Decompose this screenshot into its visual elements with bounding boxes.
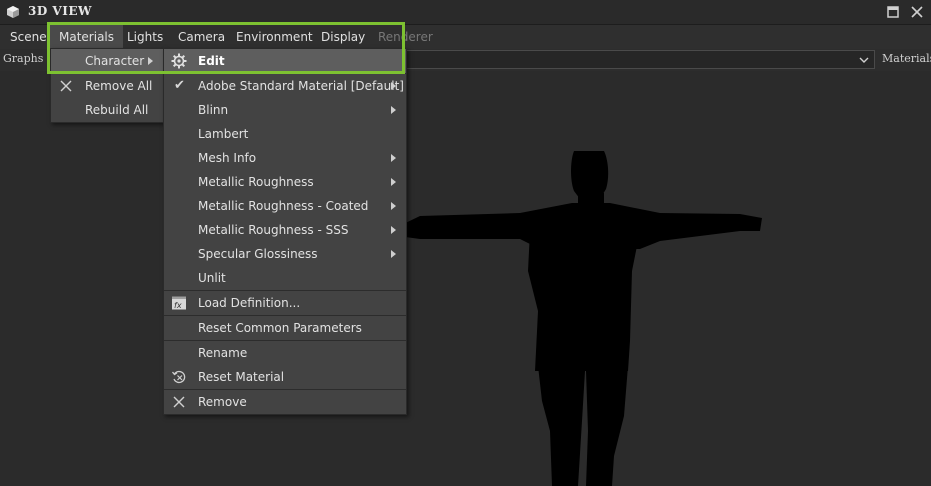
menu-item-metallic-roughness[interactable]: Metallic Roughness [164, 170, 406, 194]
menu-item-label: Rename [198, 346, 248, 360]
fx-icon: fx [172, 296, 186, 310]
menu-item-remove-all[interactable]: Remove All [51, 74, 163, 98]
submenu-arrow-icon [391, 250, 396, 258]
title-bar: 3D VIEW [0, 0, 931, 25]
menu-item-specular-glossiness[interactable]: Specular Glossiness [164, 242, 406, 266]
3d-viewport[interactable] [0, 71, 931, 486]
menu-item-load-definition[interactable]: fx Load Definition... [164, 291, 406, 315]
menu-item-label: Character [85, 54, 145, 68]
materials-label: Materials [882, 52, 931, 65]
menu-item-reset-common-parameters[interactable]: Reset Common Parameters [164, 316, 406, 340]
svg-text:fx: fx [174, 301, 182, 310]
menu-item-remove[interactable]: Remove [164, 390, 406, 414]
menu-environment[interactable]: Environment [227, 25, 322, 49]
menu-item-label: Reset Material [198, 370, 285, 384]
menu-item-label: Adobe Standard Material [Default] [198, 79, 404, 93]
menu-item-metallic-roughness-sss[interactable]: Metallic Roughness - SSS [164, 218, 406, 242]
cube-icon [7, 6, 19, 18]
menu-item-label: Edit [198, 54, 225, 68]
x-icon [60, 80, 72, 92]
menu-bar: Scene Materials Lights Camera Environmen… [0, 25, 931, 49]
x-icon [173, 396, 185, 408]
menu-item-label: Remove [198, 395, 247, 409]
submenu-arrow-icon [391, 154, 396, 162]
gear-icon [171, 53, 187, 69]
menu-item-edit[interactable]: Edit [164, 49, 406, 73]
menu-item-label: Lambert [198, 127, 249, 141]
menu-item-unlit[interactable]: Unlit [164, 266, 406, 290]
graphs-label: Graphs : [3, 52, 51, 65]
menu-item-label: Mesh Info [198, 151, 257, 165]
checkmark-icon: ✔ [174, 78, 185, 93]
menu-item-label: Specular Glossiness [198, 247, 318, 261]
submenu-arrow-icon [391, 226, 396, 234]
menu-item-label: Metallic Roughness - SSS [198, 223, 349, 237]
menu-item-label: Rebuild All [85, 103, 149, 117]
menu-renderer[interactable]: Renderer [369, 25, 442, 49]
menu-item-rebuild-all[interactable]: Rebuild All [51, 98, 163, 122]
menu-item-label: Metallic Roughness [198, 175, 314, 189]
menu-display[interactable]: Display [312, 25, 374, 49]
menu-materials[interactable]: Materials [50, 25, 124, 49]
menu-item-rename[interactable]: Rename [164, 341, 406, 365]
character-silhouette [395, 151, 762, 486]
menu-item-label: Remove All [85, 79, 153, 93]
menu-item-reset-material[interactable]: Reset Material [164, 365, 406, 389]
menu-item-character[interactable]: Character [51, 49, 163, 73]
menu-item-lambert[interactable]: Lambert [164, 122, 406, 146]
menu-camera[interactable]: Camera [169, 25, 234, 49]
menu-item-label: Metallic Roughness - Coated [198, 199, 369, 213]
submenu-arrow-icon [148, 57, 153, 65]
menu-scene[interactable]: Scene [1, 25, 56, 49]
graphs-dropdown[interactable] [405, 50, 875, 69]
submenu-arrow-icon [391, 202, 396, 210]
close-icon[interactable] [910, 5, 924, 19]
menu-item-blinn[interactable]: Blinn [164, 98, 406, 122]
character-submenu: Edit ✔ Adobe Standard Material [Default]… [163, 48, 407, 415]
menu-item-mesh-info[interactable]: Mesh Info [164, 146, 406, 170]
chevron-down-icon [859, 57, 869, 63]
menu-item-metallic-roughness-coated[interactable]: Metallic Roughness - Coated [164, 194, 406, 218]
menu-item-adobe-standard-material[interactable]: ✔ Adobe Standard Material [Default] [164, 74, 406, 98]
restore-window-icon[interactable] [886, 5, 900, 19]
materials-menu: Character Remove All Rebuild All [50, 48, 164, 123]
menu-item-label: Reset Common Parameters [198, 321, 362, 335]
window-title: 3D VIEW [28, 4, 92, 18]
submenu-arrow-icon [391, 82, 396, 90]
menu-item-label: Load Definition... [198, 296, 301, 310]
menu-item-label: Unlit [198, 271, 226, 285]
submenu-arrow-icon [391, 178, 396, 186]
menu-item-label: Blinn [198, 103, 229, 117]
reset-icon [171, 370, 186, 384]
submenu-arrow-icon [391, 106, 396, 114]
menu-lights[interactable]: Lights [118, 25, 172, 49]
